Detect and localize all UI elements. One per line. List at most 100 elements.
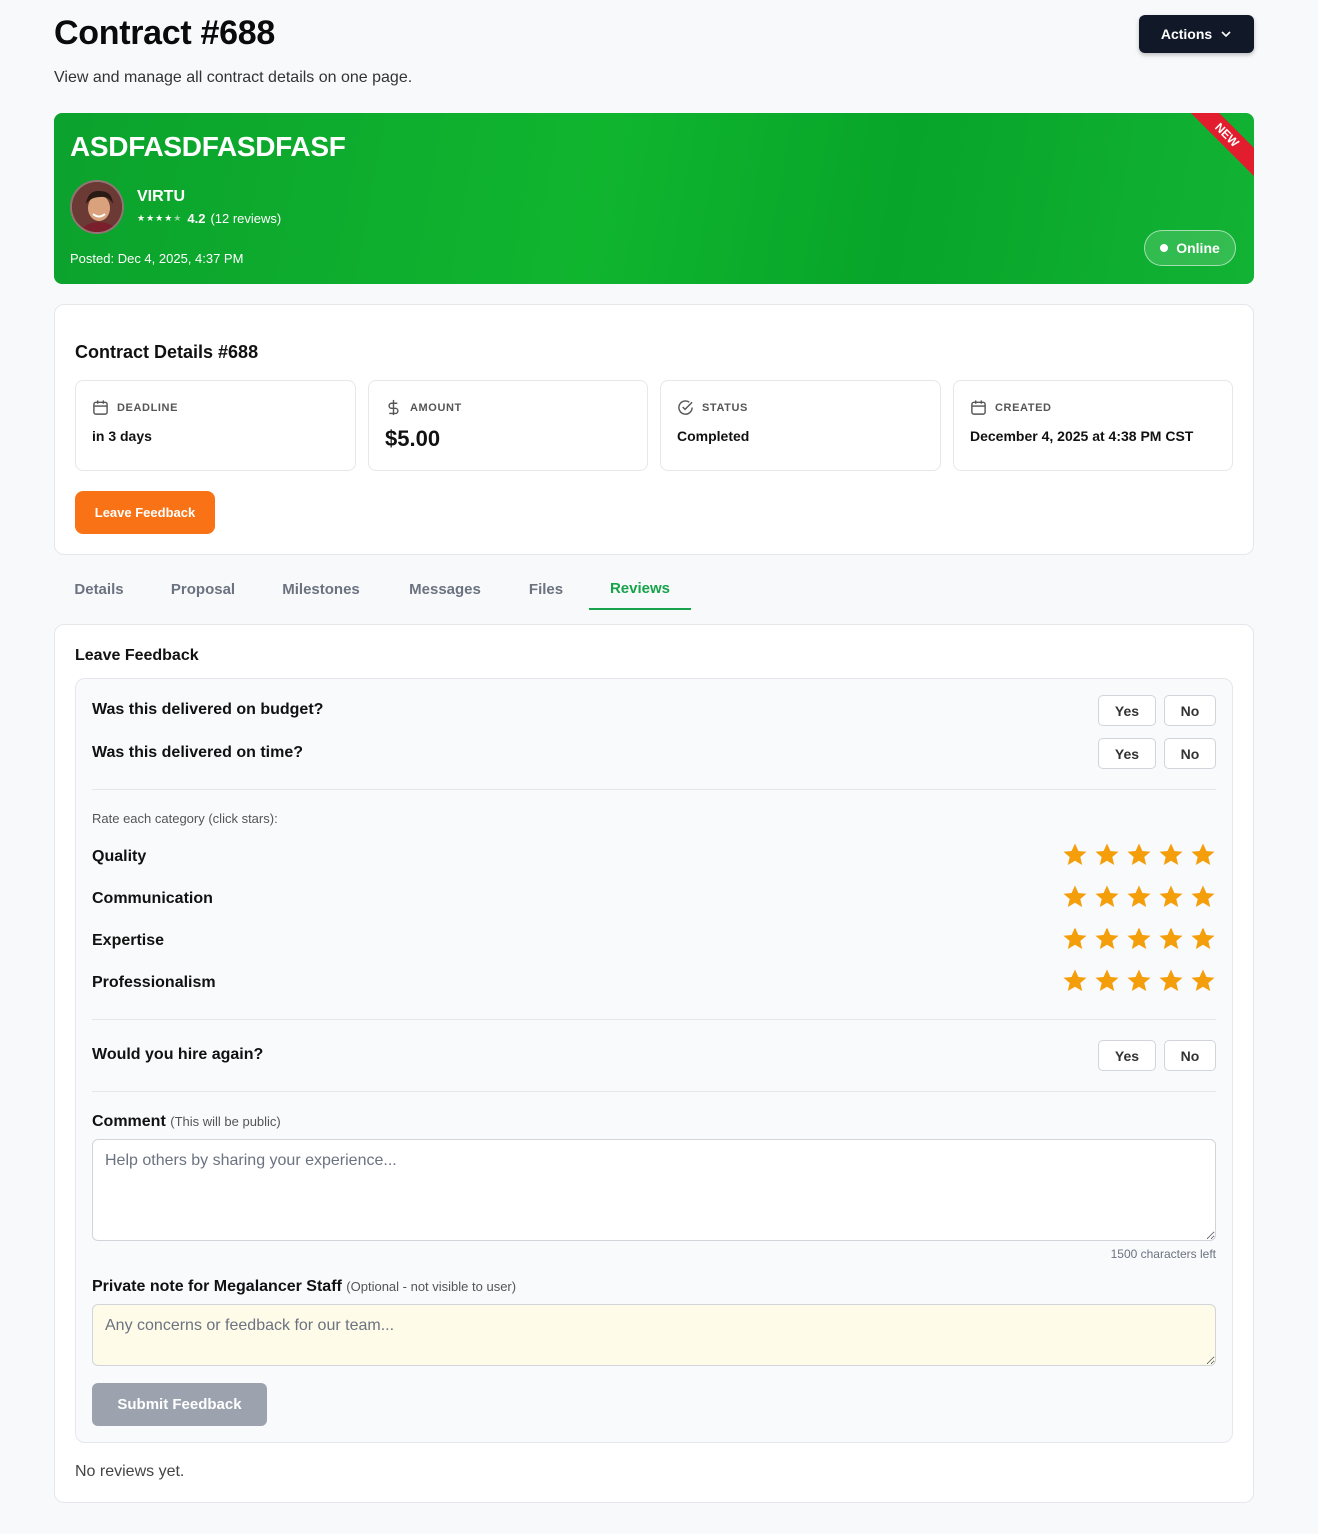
star-icon[interactable]: [1094, 968, 1120, 994]
comment-label-text: Comment: [92, 1113, 166, 1130]
check-circle-icon: [678, 400, 693, 415]
no-reviews-text: No reviews yet.: [75, 1463, 185, 1480]
amount-label: AMOUNT: [410, 401, 462, 414]
category-name: Professionalism: [92, 974, 216, 991]
on-time-no-button[interactable]: No: [1164, 738, 1216, 769]
comment-note: (This will be public): [170, 1114, 281, 1129]
star-rating: [1062, 842, 1216, 868]
star-icon[interactable]: [1094, 884, 1120, 910]
chars-left: 1500 characters left: [1110, 1247, 1216, 1261]
page-subtitle: View and manage all contract details on …: [54, 69, 413, 86]
status-label: STATUS: [702, 401, 748, 414]
star-icon[interactable]: [1126, 884, 1152, 910]
category-name: Communication: [92, 890, 213, 907]
star-icon[interactable]: [1190, 884, 1216, 910]
contract-title: ASDFASDFASDFASF: [70, 131, 346, 162]
new-ribbon: NEW: [1181, 113, 1254, 181]
divider: [92, 1019, 1216, 1020]
feedback-form: Was this delivered on budget? Yes No Was…: [75, 678, 1233, 1443]
amount-value: $5.00: [385, 426, 441, 451]
star-icon[interactable]: [1094, 926, 1120, 952]
tab-proposal[interactable]: Proposal: [156, 568, 250, 610]
star-icon[interactable]: [1062, 884, 1088, 910]
star-icon[interactable]: [1190, 968, 1216, 994]
star-rating: [1062, 926, 1216, 952]
category-name: Quality: [92, 848, 147, 865]
on-time-question: Was this delivered on time?: [92, 744, 304, 761]
deadline-label: DEADLINE: [117, 401, 179, 414]
rating-count: (12 reviews): [210, 211, 282, 226]
created-stat: CREATED December 4, 2025 at 4:38 PM CST: [953, 380, 1233, 471]
calendar-icon: [93, 400, 108, 415]
calendar-icon: [971, 400, 986, 415]
tab-milestones[interactable]: Milestones: [266, 568, 376, 610]
hire-again-question: Would you hire again?: [92, 1046, 264, 1063]
contract-details-heading: Contract Details #688: [75, 342, 259, 362]
star-icon[interactable]: [1158, 842, 1184, 868]
comment-label: Comment (This will be public): [92, 1113, 281, 1131]
star-icon[interactable]: [1126, 968, 1152, 994]
reviews-panel: Leave Feedback Was this delivered on bud…: [54, 624, 1254, 1503]
page-title: Contract #688: [54, 14, 275, 52]
star-rating: [1062, 968, 1216, 994]
budget-yes-button[interactable]: Yes: [1098, 695, 1156, 726]
avatar[interactable]: [70, 180, 124, 234]
created-value: December 4, 2025 at 4:38 PM CST: [970, 428, 1194, 444]
leave-feedback-button[interactable]: Leave Feedback: [75, 491, 215, 534]
amount-stat: AMOUNT $5.00: [368, 380, 648, 471]
private-note-label: Private note for Megalancer Staff (Optio…: [92, 1278, 516, 1296]
tab-details[interactable]: Details: [54, 568, 144, 610]
star-icon[interactable]: [1126, 842, 1152, 868]
star-icon[interactable]: [1190, 842, 1216, 868]
rating-row-expertise: Expertise: [92, 926, 1216, 956]
contract-details-card: Contract Details #688 DEADLINE in 3 days…: [54, 304, 1254, 555]
category-name: Expertise: [92, 932, 165, 949]
dollar-icon: [388, 399, 399, 416]
private-note-textarea[interactable]: [92, 1304, 1216, 1366]
star-rating: [1062, 884, 1216, 910]
budget-no-button[interactable]: No: [1164, 695, 1216, 726]
budget-question: Was this delivered on budget?: [92, 701, 324, 718]
actions-dropdown-button[interactable]: Actions: [1139, 15, 1254, 53]
deadline-value: in 3 days: [92, 428, 152, 444]
rate-hint: Rate each category (click stars):: [92, 811, 278, 826]
private-note-note: (Optional - not visible to user): [346, 1279, 517, 1294]
submit-feedback-button[interactable]: Submit Feedback: [92, 1383, 267, 1426]
tab-reviews[interactable]: Reviews: [589, 568, 691, 610]
star-icon[interactable]: [1158, 968, 1184, 994]
rating-stars-icon: ★★★★★: [137, 213, 183, 223]
posted-date: Posted: Dec 4, 2025, 4:37 PM: [70, 251, 244, 266]
on-time-question-row: Was this delivered on time? Yes No: [92, 738, 1216, 770]
tab-files[interactable]: Files: [514, 568, 578, 610]
actions-label: Actions: [1160, 26, 1213, 42]
comment-textarea[interactable]: [92, 1139, 1216, 1241]
tab-messages[interactable]: Messages: [392, 568, 498, 610]
star-icon[interactable]: [1126, 926, 1152, 952]
chevron-down-icon: [1221, 31, 1231, 38]
private-note-label-text: Private note for Megalancer Staff: [92, 1278, 342, 1295]
rating-row-communication: Communication: [92, 884, 1216, 914]
star-icon[interactable]: [1062, 926, 1088, 952]
star-icon[interactable]: [1094, 842, 1120, 868]
rating-row-quality: Quality: [92, 842, 1216, 872]
star-icon[interactable]: [1158, 884, 1184, 910]
freelancer-name[interactable]: VIRTU: [137, 188, 185, 206]
hire-again-yes-button[interactable]: Yes: [1098, 1040, 1156, 1071]
star-icon[interactable]: [1158, 926, 1184, 952]
on-time-yes-button[interactable]: Yes: [1098, 738, 1156, 769]
rating-row-professionalism: Professionalism: [92, 968, 1216, 998]
divider: [92, 1091, 1216, 1092]
divider: [92, 789, 1216, 790]
created-label: CREATED: [995, 401, 1052, 414]
status-stat: STATUS Completed: [660, 380, 941, 471]
star-icon[interactable]: [1062, 968, 1088, 994]
status-value: Completed: [677, 428, 750, 444]
star-icon[interactable]: [1062, 842, 1088, 868]
leave-feedback-heading: Leave Feedback: [75, 647, 199, 664]
star-icon[interactable]: [1190, 926, 1216, 952]
hire-again-no-button[interactable]: No: [1164, 1040, 1216, 1071]
online-dot-icon: [1160, 244, 1169, 252]
status-badge: Online: [1144, 230, 1236, 266]
budget-question-row: Was this delivered on budget? Yes No: [92, 695, 1216, 727]
freelancer-rating: ★★★★★ 4.2 (12 reviews): [137, 211, 281, 226]
